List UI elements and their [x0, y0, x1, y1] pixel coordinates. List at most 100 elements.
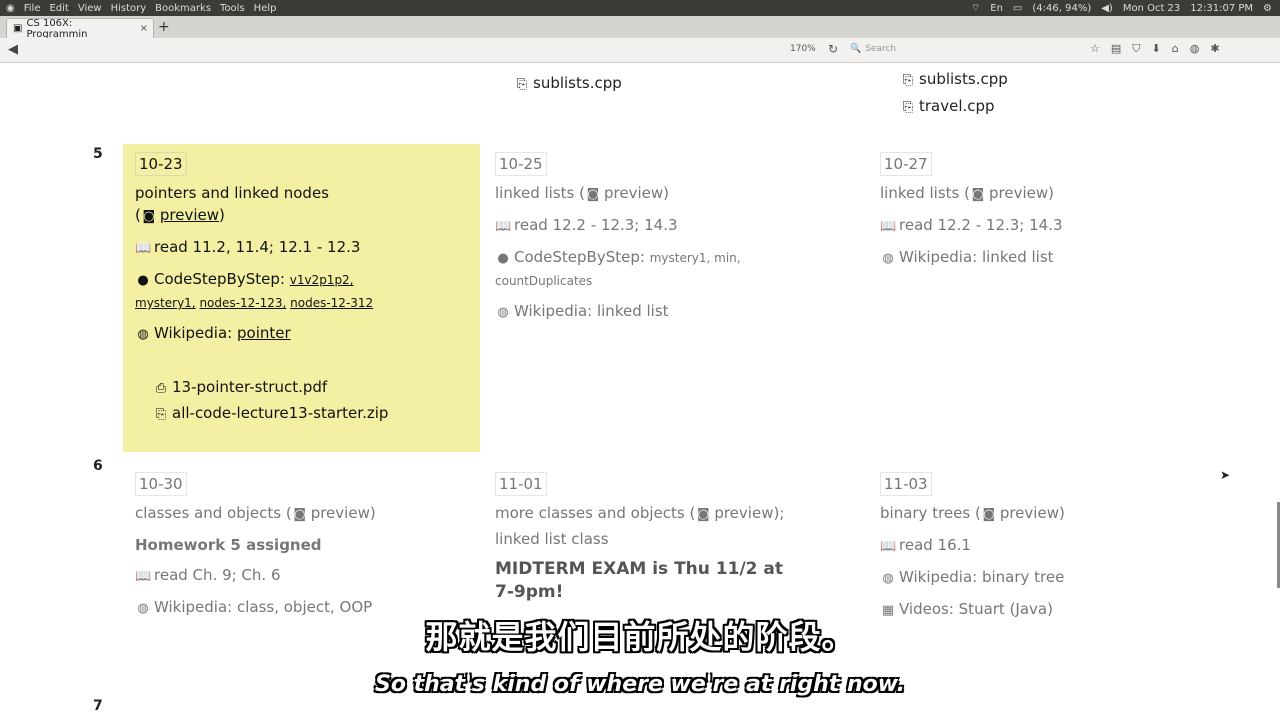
reading-text: read 11.2, 11.4; 12.1 - 12.3	[154, 238, 361, 256]
browser-tabbar: ▣ CS 106X: Programmin × +	[0, 16, 1280, 40]
addon-icon[interactable]: ◍	[1190, 42, 1200, 56]
volume-icon[interactable]: ◀)	[1101, 3, 1113, 14]
settings-gear-icon[interactable]: ⚙	[1263, 3, 1272, 14]
lecture-date: 11-03	[880, 472, 932, 496]
subtitle-chinese: 那就是我们目前所处的阶段。	[425, 618, 855, 656]
lecture-date: 11-01	[495, 472, 547, 496]
battery-status: (4:46, 94%)	[1032, 2, 1092, 14]
wiki-link[interactable]: Wikipedia: linked list	[514, 302, 669, 320]
codestep-link[interactable]: nodes-12-312	[290, 296, 373, 310]
reload-icon[interactable]: ↻	[828, 42, 838, 56]
zoom-level[interactable]: 170%	[790, 44, 816, 54]
preview-link[interactable]: preview	[714, 504, 773, 522]
slides-icon: ◙	[293, 507, 307, 522]
bookmark-star-icon[interactable]: ☆	[1090, 42, 1100, 56]
os-menubar: ◉ File Edit View History Bookmarks Tools…	[0, 0, 1280, 16]
preview-link[interactable]: preview	[989, 184, 1048, 202]
search-icon: 🔍	[850, 44, 862, 54]
file-link[interactable]: ⎘ sublists.cpp	[514, 74, 622, 92]
slides-icon: ◙	[971, 187, 985, 202]
menu-file[interactable]: File	[24, 3, 41, 14]
schedule-cell: 10-27 linked lists (◙ preview) 📖 read 12.2…	[868, 144, 1218, 280]
schedule-cell-today: 10-23 pointers and linked nodes (◙ previe…	[123, 144, 480, 452]
week-number: 6	[93, 458, 103, 474]
pdf-icon: ⎙	[155, 381, 167, 396]
lecture-title: binary trees	[880, 504, 971, 522]
search-placeholder: Search	[865, 44, 897, 54]
schedule-cell: 11-03 binary trees (◙ preview) 📖 read 16.1…	[868, 464, 1218, 632]
file-link[interactable]: ⎘ all-code-lecture13-starter.zip	[135, 402, 468, 426]
browser-navbar: ◀ 170% ↻ 🔍 Search ☆ ▤ ⛉ ⬇ ⌂ ◍ ✱	[0, 38, 1280, 63]
menu-icon[interactable]: ✱	[1210, 42, 1219, 56]
file-link[interactable]: ⎘ travel.cpp	[900, 97, 995, 115]
codestep-link[interactable]: countDuplicates	[495, 270, 821, 292]
codestep-link[interactable]: nodes-12-123,	[199, 296, 286, 310]
schedule-cell: 11-01 more classes and objects (◙ preview…	[483, 464, 833, 614]
slides-icon: ◙	[586, 187, 600, 202]
preview-link[interactable]: preview	[1000, 504, 1059, 522]
home-icon[interactable]: ⌂	[1172, 42, 1179, 56]
globe-icon: ◍	[497, 305, 509, 320]
lecture-date: 10-23	[135, 152, 187, 176]
preview-link[interactable]: preview	[311, 504, 370, 522]
battery-icon[interactable]: ▭	[1013, 3, 1022, 14]
lecture-title: linked lists	[495, 184, 575, 202]
globe-icon: ◍	[882, 571, 894, 586]
tab-close-icon[interactable]: ×	[140, 23, 148, 34]
firefox-icon[interactable]: ◉	[6, 3, 15, 14]
menu-help[interactable]: Help	[254, 3, 277, 14]
file-link[interactable]: ⎙ 13-pointer-struct.pdf	[135, 376, 468, 400]
lecture-title-2: linked list class	[495, 530, 609, 548]
midterm-notice: MIDTERM EXAM is Thu 11/2 at 7-9pm!	[495, 559, 783, 602]
menu-view[interactable]: View	[78, 3, 102, 14]
tab-cs106x[interactable]: ▣ CS 106X: Programmin ×	[6, 17, 154, 40]
lecture-date: 10-25	[495, 152, 547, 176]
preview-link[interactable]: preview	[604, 184, 663, 202]
reading-list-icon[interactable]: ▤	[1111, 42, 1121, 56]
favicon-icon: ▣	[13, 23, 23, 34]
globe-icon: ◍	[882, 251, 894, 266]
back-arrow-icon[interactable]: ◀	[8, 42, 18, 57]
menu-edit[interactable]: Edit	[49, 3, 68, 14]
download-icon[interactable]: ⬇	[1152, 42, 1161, 56]
book-icon: 📖	[495, 219, 512, 234]
menu-tools[interactable]: Tools	[220, 3, 245, 14]
slides-icon: ◙	[982, 507, 996, 522]
reading-text: read 16.1	[899, 536, 971, 554]
code-file-icon: ⎘	[516, 77, 528, 92]
book-icon: 📖	[880, 219, 897, 234]
wiki-link[interactable]: pointer	[237, 324, 291, 342]
menu-history[interactable]: History	[111, 3, 147, 14]
wiki-label: Wikipedia:	[154, 324, 233, 342]
codestepbystep-icon: ●	[137, 273, 149, 288]
file-link[interactable]: ⎘ sublists.cpp	[900, 70, 1008, 88]
lecture-date: 10-27	[880, 152, 932, 176]
schedule-cell: 10-25 linked lists (◙ preview) 📖 read 12.2…	[483, 144, 833, 334]
homework-note: Homework 5 assigned	[135, 536, 322, 554]
search-box[interactable]: 🔍 Search	[850, 41, 1080, 57]
wiki-link[interactable]: Wikipedia: linked list	[899, 248, 1054, 266]
schedule-cell: 10-30 classes and objects (◙ preview) Hom…	[123, 464, 473, 630]
wiki-link[interactable]: Wikipedia: binary tree	[899, 568, 1064, 586]
codestep-label: CodeStepByStep:	[514, 248, 645, 266]
menu-bookmarks[interactable]: Bookmarks	[155, 3, 211, 14]
wifi-icon[interactable]: ⌔	[971, 2, 980, 15]
globe-icon: ◍	[137, 327, 149, 342]
new-tab-button[interactable]: +	[158, 19, 170, 35]
lecture-date: 10-30	[135, 472, 187, 496]
reading-text: read 12.2 - 12.3; 14.3	[514, 216, 678, 234]
system-time[interactable]: 12:31:07 PM	[1190, 3, 1253, 14]
lecture-title: linked lists	[880, 184, 960, 202]
slides-icon: ◙	[697, 507, 710, 522]
tab-title: CS 106X: Programmin	[26, 17, 88, 40]
pocket-icon[interactable]: ⛉	[1132, 42, 1140, 56]
book-icon: 📖	[880, 539, 897, 554]
keyboard-lang[interactable]: En	[990, 3, 1003, 14]
codestep-link[interactable]: v1v2p1p2,	[290, 273, 354, 287]
codestep-link[interactable]: mystery1, min,	[650, 251, 741, 265]
system-date[interactable]: Mon Oct 23	[1123, 3, 1180, 14]
preview-link[interactable]: preview	[160, 206, 219, 224]
reading-text: read 12.2 - 12.3; 14.3	[899, 216, 1063, 234]
codestepbystep-icon: ●	[497, 251, 509, 266]
codestep-link[interactable]: mystery1,	[135, 296, 196, 310]
